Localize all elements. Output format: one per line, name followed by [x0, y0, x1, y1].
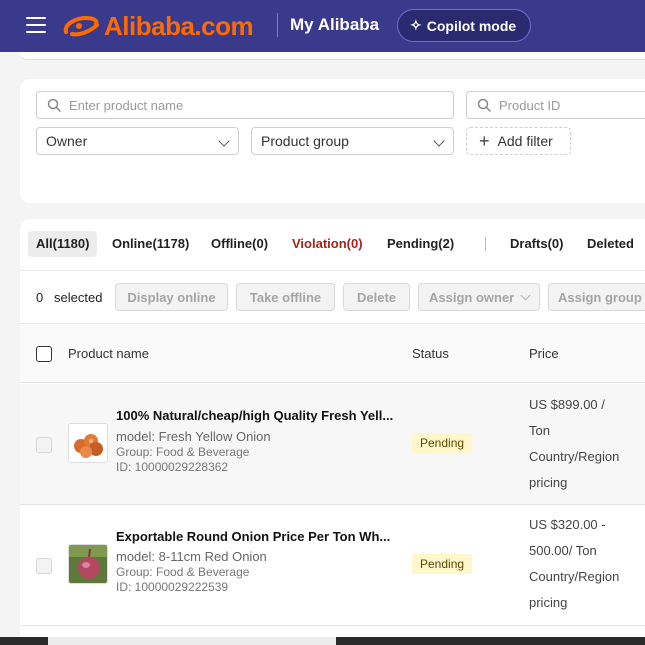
alibaba-logo[interactable]: Alibaba.com: [62, 10, 254, 42]
column-price: Price: [529, 346, 559, 361]
product-name-search-input[interactable]: Enter product name: [36, 91, 454, 119]
row-checkbox[interactable]: [36, 558, 52, 574]
product-price: US $899.00 / Ton Country/Region pricing: [529, 392, 645, 496]
column-status: Status: [412, 346, 449, 361]
copilot-mode-label: Copilot mode: [426, 17, 517, 34]
tab-drafts[interactable]: Drafts(0): [510, 231, 563, 257]
price-line: 500.00/ Ton: [529, 543, 597, 558]
column-product-name[interactable]: Product name: [68, 346, 149, 361]
assign-group-button[interactable]: Assign group: [548, 283, 645, 311]
product-group-select[interactable]: Product group: [251, 127, 454, 155]
logo-text: Alibaba.com: [104, 10, 254, 41]
chevron-down-icon: [218, 135, 230, 147]
table-row[interactable]: 100% Natural/cheap/high Quality Fresh Ye…: [20, 384, 645, 505]
price-line: pricing: [529, 475, 568, 490]
price-line: US $899.00 /: [529, 397, 605, 412]
hamburger-menu-icon[interactable]: [26, 17, 46, 33]
next-row-preview-panel: [48, 637, 336, 645]
selected-label: selected: [54, 290, 103, 305]
add-filter-button[interactable]: + Add filter: [466, 127, 571, 155]
product-id-search-input[interactable]: Product ID: [466, 91, 645, 119]
assign-owner-button[interactable]: Assign owner: [418, 283, 540, 311]
price-line: Ton: [529, 423, 550, 438]
chevron-down-icon: [433, 135, 445, 147]
display-online-button[interactable]: Display online: [115, 283, 228, 311]
product-model: model: Fresh Yellow Onion: [116, 429, 271, 444]
price-line: US $320.00 -: [529, 517, 606, 532]
price-line: Country/Region: [529, 449, 620, 464]
status-badge: Pending: [412, 554, 473, 574]
table-header: Product name Status Price: [20, 325, 645, 383]
product-id: ID: 10000029228362: [116, 460, 229, 474]
next-row-preview: [0, 637, 645, 645]
onion-product-image[interactable]: [68, 423, 108, 463]
product-group-select-value: Product group: [261, 133, 349, 149]
delete-button[interactable]: Delete: [343, 283, 410, 311]
product-list-panel: All(1180) Online(1178) Offline(0) Violat…: [20, 219, 645, 645]
table-row[interactable]: Exportable Round Onion Price Per Ton Wh.…: [20, 505, 645, 626]
bulk-actions-bar: 0 selected Display online Take offline D…: [20, 272, 645, 324]
price-line: Country/Region: [529, 569, 620, 584]
tab-violation[interactable]: Violation(0): [292, 231, 363, 257]
tab-online[interactable]: Online(1178): [112, 231, 189, 257]
product-group: Group: Food & Beverage: [116, 445, 250, 459]
status-badge: Pending: [412, 433, 473, 453]
price-line: pricing: [529, 595, 568, 610]
product-name-placeholder: Enter product name: [69, 97, 184, 113]
product-group: Group: Food & Beverage: [116, 565, 250, 579]
selected-count: 0: [36, 290, 44, 305]
tab-deleted[interactable]: Deleted: [587, 231, 634, 257]
select-all-checkbox[interactable]: [36, 346, 52, 362]
product-id: ID: 10000029222539: [116, 580, 229, 594]
tab-all[interactable]: All(1180): [28, 231, 98, 257]
tab-offline[interactable]: Offline(0): [211, 231, 268, 257]
assign-owner-label: Assign owner: [429, 289, 515, 305]
product-model: model: 8-11cm Red Onion: [116, 549, 267, 564]
red-onion-product-image[interactable]: [68, 544, 108, 584]
filter-panel: Enter product name Product ID Owner Prod…: [20, 79, 645, 203]
product-price: US $320.00 - 500.00/ Ton Country/Region …: [529, 512, 645, 616]
chevron-down-icon: [520, 290, 531, 301]
header-divider: [277, 13, 278, 37]
product-id-placeholder: Product ID: [499, 97, 561, 113]
owner-select-value: Owner: [46, 133, 88, 149]
alibaba-logo-mark-icon: [63, 15, 99, 37]
search-icon: [47, 98, 61, 112]
top-card-edge: [20, 52, 645, 60]
take-offline-button[interactable]: Take offline: [236, 283, 335, 311]
onion-product-image-icon: [69, 424, 107, 462]
search-icon: [477, 98, 491, 112]
assign-group-label: Assign group: [558, 289, 642, 305]
sparkle-icon: ✧: [410, 17, 422, 33]
tab-divider: [485, 237, 486, 251]
status-tabs: All(1180) Online(1178) Offline(0) Violat…: [20, 219, 645, 271]
product-title-link[interactable]: 100% Natural/cheap/high Quality Fresh Ye…: [116, 408, 401, 423]
product-title-link[interactable]: Exportable Round Onion Price Per Ton Wh.…: [116, 529, 401, 544]
tab-pending[interactable]: Pending(2): [387, 231, 454, 257]
add-filter-label: Add filter: [497, 133, 553, 149]
copilot-mode-button[interactable]: ✧ Copilot mode: [397, 9, 532, 42]
plus-icon: +: [479, 131, 490, 151]
row-checkbox[interactable]: [36, 437, 52, 453]
top-header: Alibaba.com My Alibaba ✧ Copilot mode: [0, 0, 645, 52]
section-title[interactable]: My Alibaba: [290, 15, 379, 35]
owner-select[interactable]: Owner: [36, 127, 239, 155]
red-onion-product-image-icon: [69, 545, 107, 583]
